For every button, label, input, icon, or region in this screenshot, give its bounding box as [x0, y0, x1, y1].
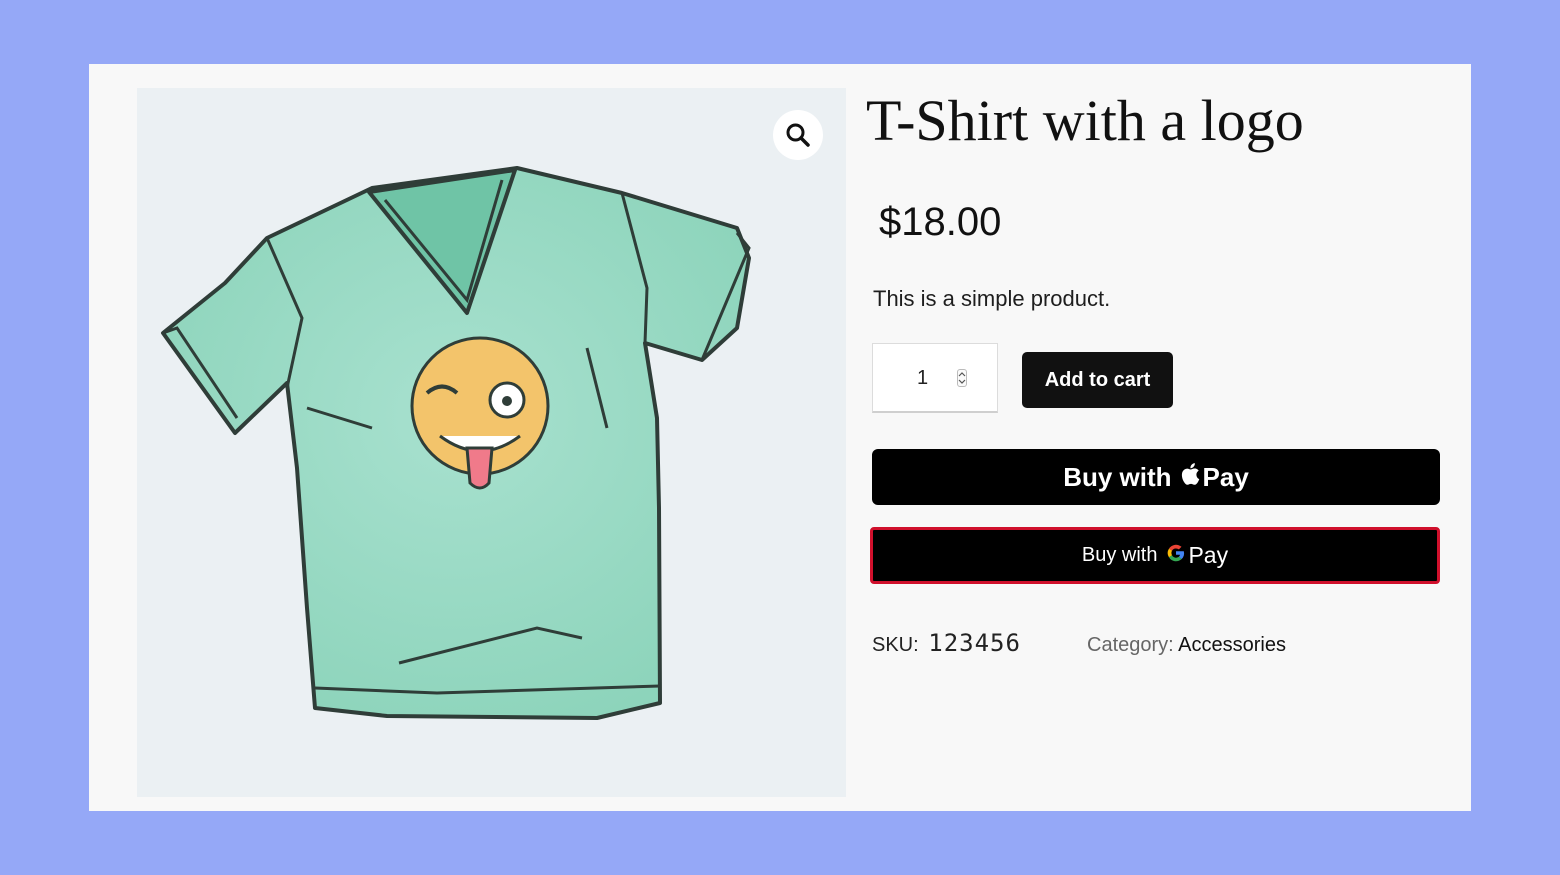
product-title: T-Shirt with a logo [866, 88, 1304, 153]
apple-pay-button[interactable]: Buy with Pay [872, 449, 1440, 505]
quantity-input[interactable]: 1 [872, 343, 998, 413]
sku: SKU: 123456 [872, 629, 1021, 657]
quantity-value: 1 [917, 367, 929, 389]
add-to-cart-button[interactable]: Add to cart [1022, 352, 1173, 408]
zoom-icon [786, 123, 810, 147]
sku-label: SKU: [872, 634, 919, 656]
quantity-stepper[interactable] [957, 369, 967, 387]
apple-pay-prefix: Buy with [1063, 461, 1172, 492]
stepper-arrows-icon [958, 372, 966, 384]
google-pay-suffix: Pay [1188, 542, 1229, 568]
category-label: Category: [1087, 634, 1174, 656]
product-image[interactable] [137, 88, 846, 797]
category-link[interactable]: Accessories [1178, 634, 1286, 656]
apple-icon [1180, 462, 1200, 493]
category: Category: Accessories [1087, 634, 1286, 657]
sku-value: 123456 [928, 629, 1021, 657]
google-g-icon [1166, 543, 1186, 569]
product-summary: T-Shirt with a logo $18.00 This is a sim… [866, 64, 1446, 811]
tshirt-illustration [161, 166, 751, 720]
google-pay-button[interactable]: Buy with Pay [870, 527, 1440, 584]
zoom-button[interactable] [773, 110, 823, 160]
google-pay-prefix: Buy with [1081, 544, 1158, 566]
product-description: This is a simple product. [873, 286, 1111, 311]
product-card: T-Shirt with a logo $18.00 This is a sim… [89, 64, 1471, 811]
apple-pay-suffix: Pay [1202, 461, 1249, 492]
product-price: $18.00 [879, 200, 1002, 244]
